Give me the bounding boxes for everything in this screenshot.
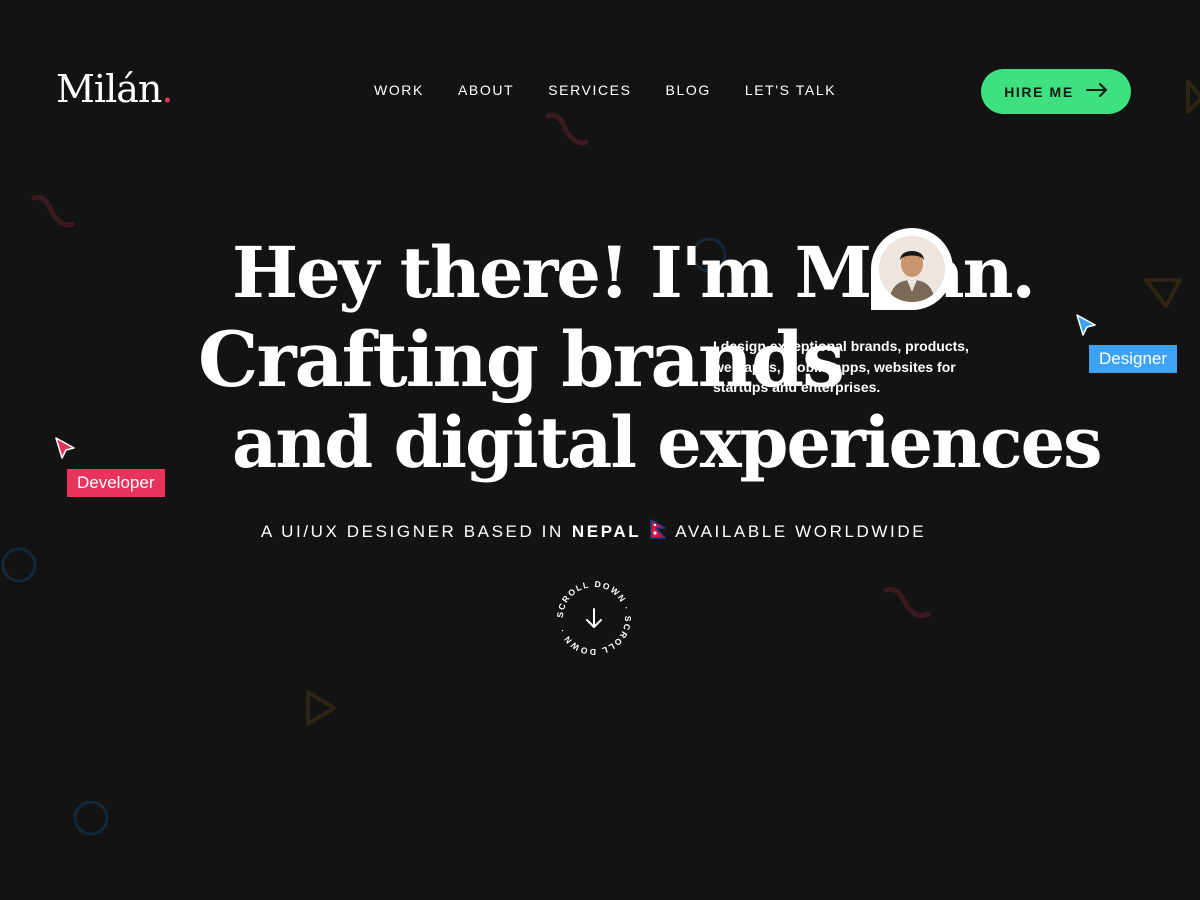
squiggle-decoration xyxy=(882,586,932,622)
squiggle-decoration xyxy=(544,112,590,148)
nav-services[interactable]: SERVICES xyxy=(548,82,631,98)
nav-lets-talk[interactable]: LET'S TALK xyxy=(745,82,836,98)
scroll-down-button[interactable]: SCROLL DOWN · SCROLL DOWN · xyxy=(554,578,634,658)
nav-about[interactable]: ABOUT xyxy=(458,82,514,98)
main-nav: WORK ABOUT SERVICES BLOG LET'S TALK xyxy=(374,82,870,98)
hero-heading-line-3: and digital experiences xyxy=(232,401,1103,484)
hire-me-label: HIRE ME xyxy=(1004,83,1074,100)
developer-tag: Developer xyxy=(67,469,165,497)
logo-dot: . xyxy=(161,67,173,111)
avatar xyxy=(871,228,953,310)
triangle-decoration xyxy=(1142,272,1186,312)
circle-decoration xyxy=(0,546,40,586)
cursor-icon xyxy=(54,436,78,466)
nav-blog[interactable]: BLOG xyxy=(666,82,711,98)
circle-decoration xyxy=(72,798,112,838)
nav-work[interactable]: WORK xyxy=(374,82,424,98)
cursor-icon xyxy=(1075,313,1099,343)
page: Milán. WORK ABOUT SERVICES BLOG LET'S TA… xyxy=(0,0,1200,900)
tagline-prefix: A UI/UX DESIGNER BASED IN xyxy=(260,521,564,541)
avatar-photo xyxy=(879,236,945,302)
hire-me-button[interactable]: HIRE ME xyxy=(981,69,1131,114)
nepal-flag-icon xyxy=(649,519,667,544)
logo-text: Milán xyxy=(56,67,162,111)
triangle-decoration xyxy=(1182,76,1200,116)
arrow-down-icon xyxy=(586,608,602,628)
tagline-suffix: AVAILABLE WORLDWIDE xyxy=(675,521,927,541)
tagline-country: NEPAL xyxy=(571,521,642,541)
designer-tag: Designer xyxy=(1089,345,1178,373)
logo[interactable]: Milán. xyxy=(56,67,173,111)
tagline: A UI/UX DESIGNER BASED IN NEPAL AVAILABL… xyxy=(0,519,1187,544)
triangle-decoration xyxy=(300,686,340,730)
hero-subtitle: I design exceptional brands, products, w… xyxy=(713,338,969,395)
squiggle-decoration xyxy=(30,194,76,230)
arrow-right-icon xyxy=(1085,83,1108,100)
